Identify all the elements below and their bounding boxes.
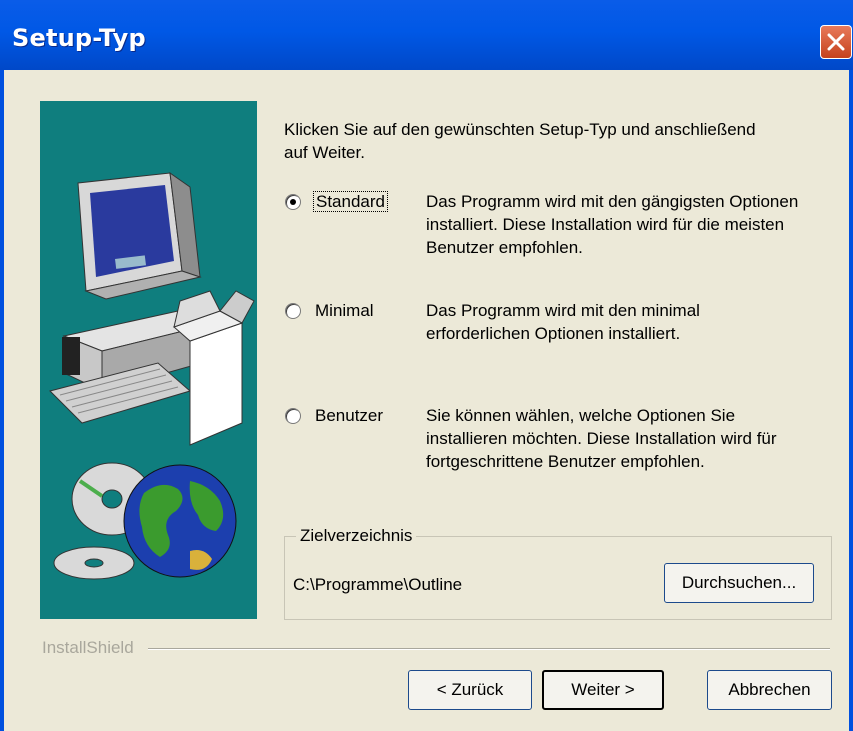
browse-button-label: Durchsuchen... <box>681 573 797 592</box>
intro-text-line1: Klicken Sie auf den gewünschten Setup-Ty… <box>284 120 756 139</box>
cancel-button-label: Abbrechen <box>728 680 811 699</box>
window-border-right <box>849 70 853 731</box>
option-benutzer-desc-1: Sie können wählen, welche Optionen Sie <box>426 406 736 425</box>
close-icon <box>827 33 845 51</box>
intro-text-line2: auf Weiter. <box>284 143 365 162</box>
radio-standard[interactable] <box>285 194 301 210</box>
installshield-brand: InstallShield <box>42 638 134 657</box>
radio-selected-dot <box>290 199 296 205</box>
destination-legend: Zielverzeichnis <box>296 526 417 546</box>
option-standard-label[interactable]: Standard <box>313 190 388 213</box>
title-bar[interactable]: Setup-Typ <box>0 0 853 70</box>
next-button[interactable]: Weiter > <box>542 670 664 710</box>
browse-button[interactable]: Durchsuchen... <box>664 563 814 603</box>
cancel-button[interactable]: Abbrechen <box>707 670 832 710</box>
radio-benutzer[interactable] <box>285 408 301 424</box>
window-title: Setup-Typ <box>12 24 146 52</box>
option-benutzer-label[interactable]: Benutzer <box>315 404 383 427</box>
back-button[interactable]: < Zurück <box>408 670 532 710</box>
radio-minimal[interactable] <box>285 303 301 319</box>
footer-separator <box>148 648 830 650</box>
option-minimal-desc-2: erforderlichen Optionen installiert. <box>426 324 681 343</box>
option-standard-text: Standard <box>313 191 388 212</box>
setup-artwork <box>40 101 257 619</box>
close-button[interactable] <box>820 25 852 59</box>
option-standard-desc-3: Benutzer empfohlen. <box>426 238 583 257</box>
computer-illustration <box>49 171 255 580</box>
window-border-left <box>0 70 4 731</box>
option-standard-desc-1: Das Programm wird mit den gängigsten Opt… <box>426 192 799 211</box>
option-benutzer-desc-2: installieren möchten. Diese Installation… <box>426 429 777 448</box>
option-benutzer-desc-3: fortgeschrittene Benutzer empfohlen. <box>426 452 705 471</box>
back-button-label: < Zurück <box>436 680 504 699</box>
destination-path: C:\Programme\Outline <box>293 575 463 594</box>
next-button-label: Weiter > <box>571 680 635 699</box>
option-standard-desc-2: installiert. Diese Installation wird für… <box>426 215 785 234</box>
option-minimal-desc-1: Das Programm wird mit den minimal <box>426 301 700 320</box>
option-minimal-label[interactable]: Minimal <box>315 299 374 322</box>
